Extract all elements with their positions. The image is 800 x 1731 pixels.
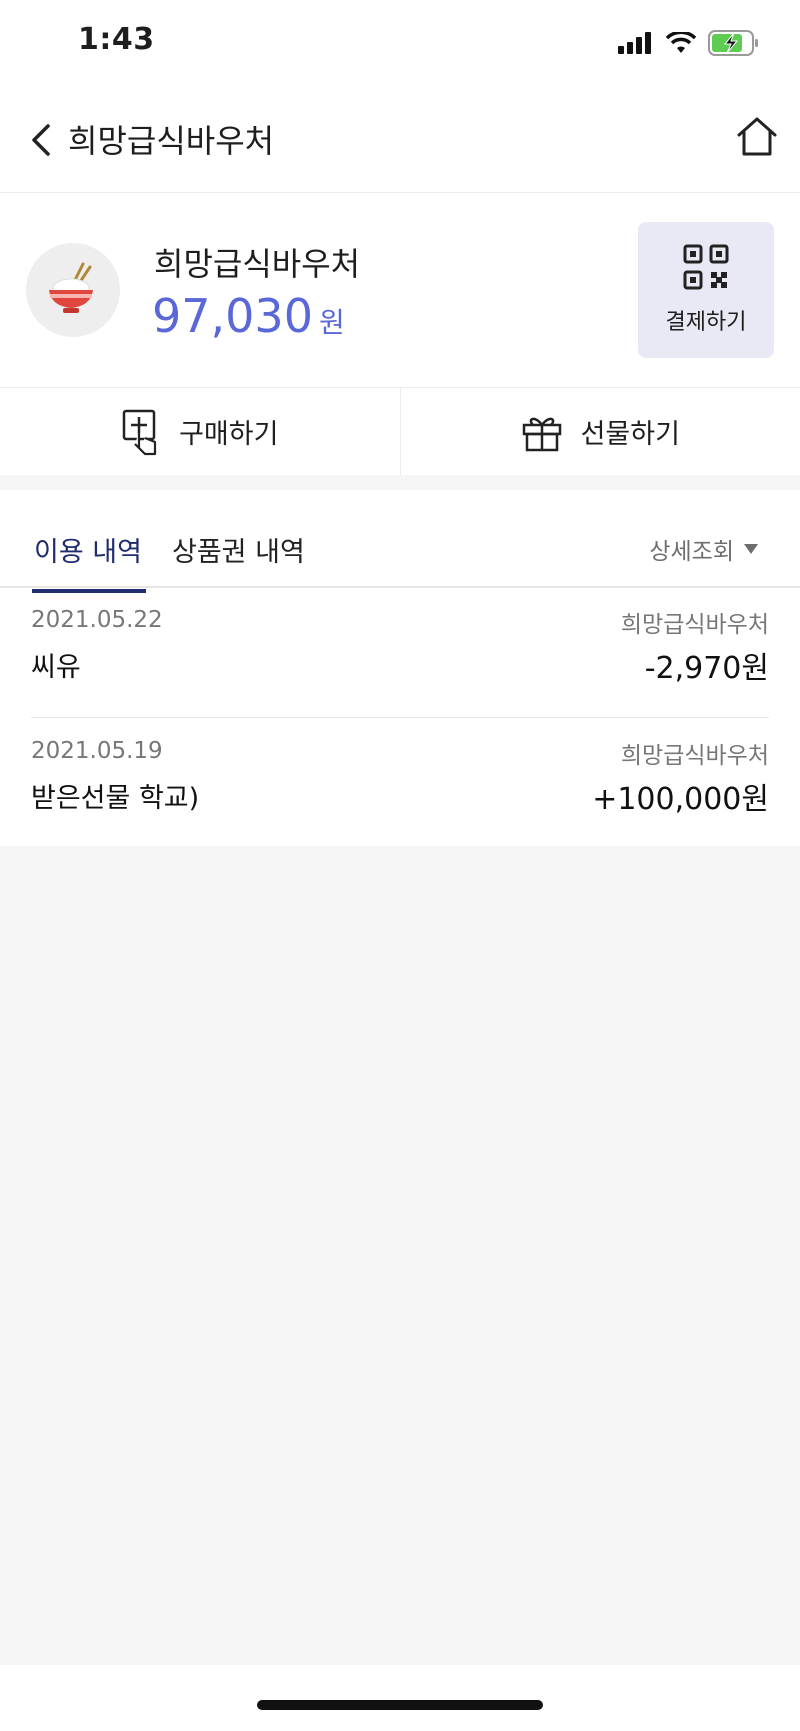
detail-filter-dropdown[interactable]: 상세조회	[649, 532, 758, 566]
tab-usage-history[interactable]: 이용 내역	[32, 530, 146, 593]
voucher-avatar	[26, 243, 120, 337]
status-bar: 1:43	[0, 0, 800, 88]
gift-button[interactable]: 선물하기	[399, 388, 800, 475]
transaction-amount: -2,970원	[644, 651, 769, 686]
page-title: 희망급식바우처	[68, 122, 275, 160]
detail-filter-label: 상세조회	[649, 539, 734, 565]
pay-label: 결제하기	[665, 310, 747, 335]
purchase-button[interactable]: 구매하기	[0, 388, 400, 475]
voucher-name: 희망급식바우처	[154, 245, 361, 283]
gift-icon	[522, 417, 561, 451]
back-button[interactable]	[24, 118, 64, 162]
transaction-date: 2021.05.19	[31, 738, 163, 764]
transaction-voucher: 희망급식바우처	[620, 612, 769, 638]
qr-code-icon	[683, 244, 729, 290]
transaction-merchant: 받은선물 학교)	[31, 783, 200, 814]
caret-down-icon	[744, 544, 758, 554]
balance: 97,030 원	[152, 289, 345, 343]
rice-bowl-icon	[49, 262, 93, 313]
status-icons	[618, 30, 760, 56]
transaction-amount: +100,000원	[592, 782, 769, 817]
home-icon[interactable]	[734, 114, 780, 160]
signal-icon	[618, 32, 651, 54]
action-row: 구매하기 선물하기	[0, 388, 800, 475]
purchase-icon	[122, 409, 157, 455]
gift-label: 선물하기	[580, 419, 680, 450]
pay-button[interactable]: 결제하기	[638, 222, 774, 358]
history-panel: 이용 내역 상품권 내역 상세조회 2021.05.22 희망급식바우처 씨유 …	[0, 490, 800, 846]
status-time: 1:43	[78, 22, 155, 57]
history-tabs: 이용 내역 상품권 내역 상세조회	[0, 490, 800, 593]
voucher-card: 희망급식바우처 97,030 원 결제하기	[0, 193, 800, 388]
wifi-icon	[666, 32, 696, 53]
transaction-date: 2021.05.22	[31, 607, 163, 633]
home-indicator[interactable]	[257, 1700, 543, 1710]
bottom-safe-area	[0, 1665, 800, 1731]
transaction-voucher: 희망급식바우처	[620, 743, 769, 769]
transaction-merchant: 씨유	[31, 652, 81, 683]
transaction-row[interactable]: 2021.05.22 희망급식바우처 씨유 -2,970원	[31, 587, 769, 718]
balance-unit: 원	[318, 306, 345, 339]
balance-amount: 97,030	[152, 289, 313, 343]
purchase-label: 구매하기	[179, 419, 279, 450]
nav-bar: 희망급식바우처	[0, 88, 800, 193]
battery-icon	[708, 30, 758, 56]
transaction-row[interactable]: 2021.05.19 희망급식바우처 받은선물 학교) +100,000원	[31, 718, 769, 848]
tab-voucher-history[interactable]: 상품권 내역	[172, 530, 305, 589]
